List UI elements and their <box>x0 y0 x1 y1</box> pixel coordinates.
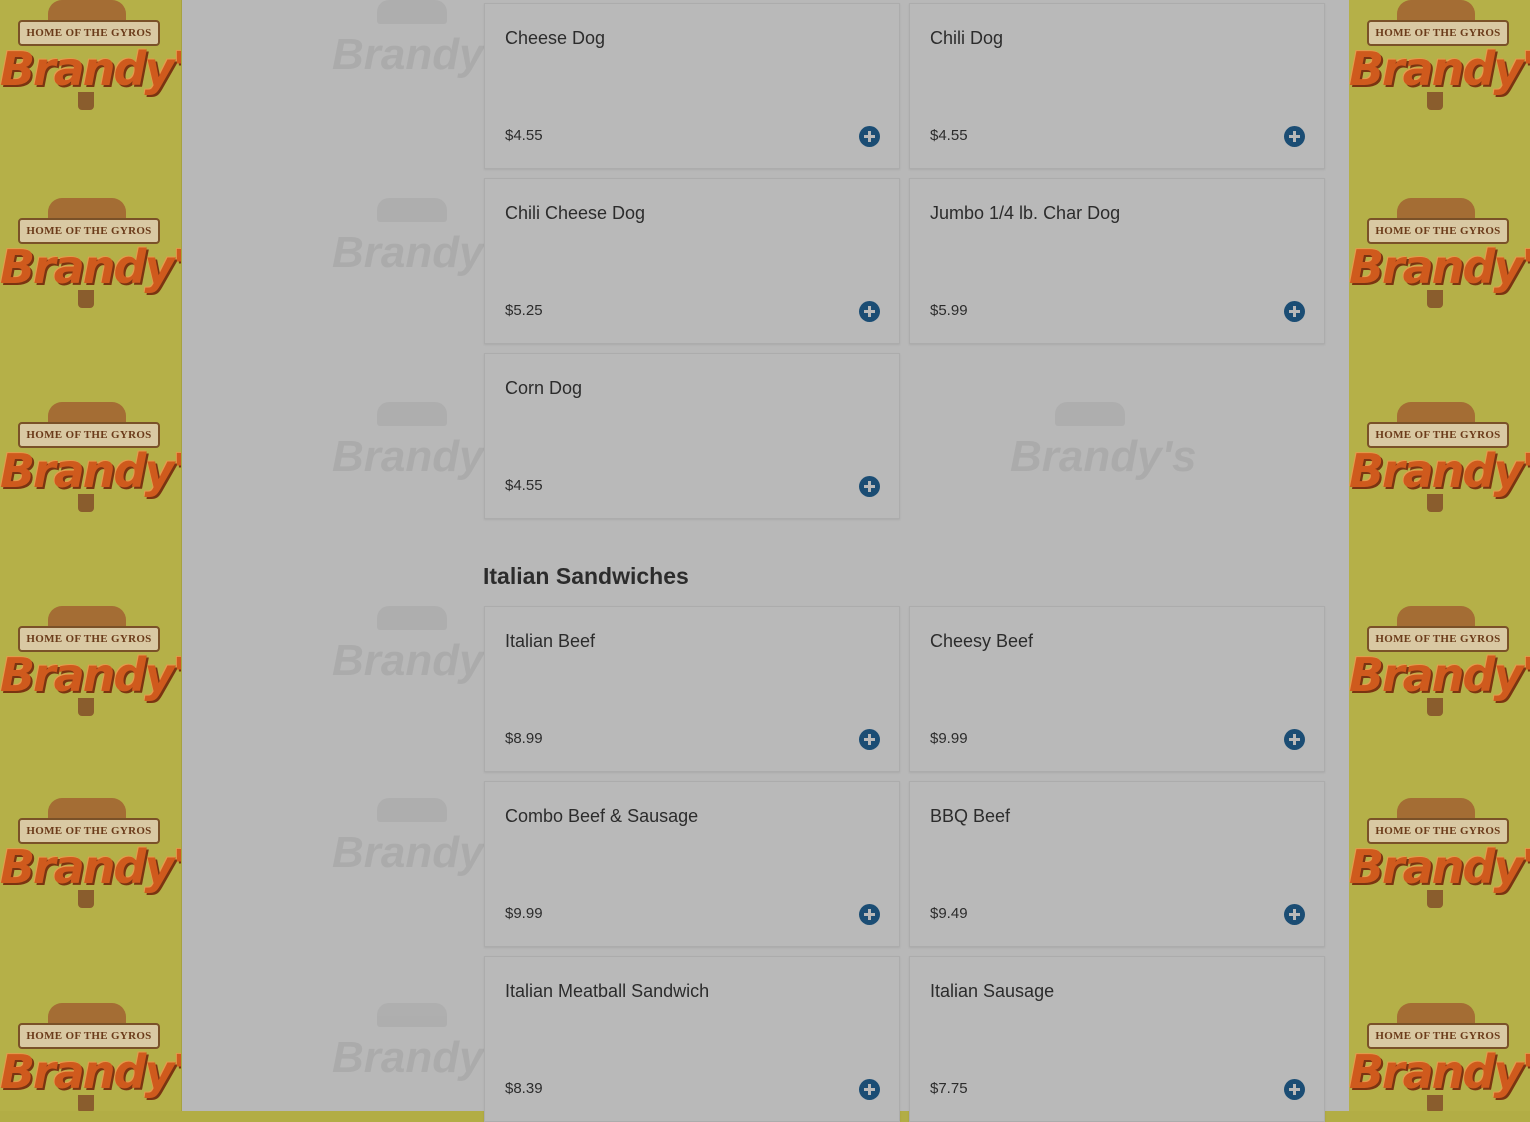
menu-item-price: $9.99 <box>505 905 543 922</box>
plus-circle-icon[interactable] <box>859 476 880 497</box>
menu-item-name: Chili Dog <box>930 28 1004 48</box>
logo-wordmark: Brandy's <box>1349 1045 1530 1099</box>
section-title-italian-sandwiches: Italian Sandwiches <box>483 563 689 589</box>
plus-circle-icon[interactable] <box>1284 301 1305 322</box>
plus-circle-icon[interactable] <box>859 126 880 147</box>
brandys-logo: HOME OF THE GYROSBrandy's <box>0 1003 181 1111</box>
logo-wordmark: Brandy's <box>0 1045 181 1099</box>
brandys-logo: HOME OF THE GYROSBrandy's <box>1349 798 1530 910</box>
plus-circle-icon[interactable] <box>859 729 880 750</box>
brandys-logo: HOME OF THE GYROSBrandy's <box>1349 1003 1530 1111</box>
brandys-logo: HOME OF THE GYROSBrandy's <box>0 0 181 112</box>
menu-item-price: $7.75 <box>930 1080 968 1097</box>
plus-circle-icon[interactable] <box>859 301 880 322</box>
plus-circle-icon[interactable] <box>859 1079 880 1100</box>
menu-item-card[interactable]: Cheese Dog $4.55 <box>484 3 900 169</box>
watermark-logo: Brandy's <box>332 798 519 898</box>
brandys-logo: HOME OF THE GYROSBrandy's <box>0 606 181 718</box>
menu-item-card[interactable]: Italian Sausage $7.75 <box>909 956 1325 1122</box>
menu-item-card[interactable]: Cheesy Beef $9.99 <box>909 606 1325 772</box>
menu-item-name: Cheesy Beef <box>930 631 1034 651</box>
logo-wordmark: Brandy's <box>1349 444 1530 498</box>
watermark-logo: Brandy's <box>332 1003 519 1103</box>
menu-item-price: $5.99 <box>930 302 968 319</box>
logo-wordmark: Brandy's <box>0 240 181 294</box>
menu-item-card[interactable]: Italian Beef $8.99 <box>484 606 900 772</box>
brandys-logo: HOME OF THE GYROSBrandy's <box>0 402 181 514</box>
plus-circle-icon[interactable] <box>859 904 880 925</box>
logo-wordmark: Brandy's <box>1349 240 1530 294</box>
brandys-logo: HOME OF THE GYROSBrandy's <box>1349 198 1530 310</box>
watermark-logo: Brandy's <box>332 0 519 100</box>
menu-item-name: Corn Dog <box>505 378 583 398</box>
brandys-logo: HOME OF THE GYROSBrandy's <box>1349 402 1530 514</box>
menu-item-price: $9.99 <box>930 730 968 747</box>
right-brand-panel: HOME OF THE GYROSBrandy's HOME OF THE GY… <box>1349 0 1530 1111</box>
menu-item-name: BBQ Beef <box>930 806 1011 826</box>
menu-item-name: Italian Beef <box>505 631 596 651</box>
menu-item-name: Italian Sausage <box>930 981 1055 1001</box>
left-brand-panel: HOME OF THE GYROSBrandy's HOME OF THE GY… <box>0 0 182 1111</box>
menu-item-card[interactable]: BBQ Beef $9.49 <box>909 781 1325 947</box>
menu-item-card[interactable]: Chili Cheese Dog $5.25 <box>484 178 900 344</box>
menu-item-card[interactable]: Italian Meatball Sandwich $8.39 <box>484 956 900 1122</box>
menu-item-name: Combo Beef & Sausage <box>505 806 699 826</box>
menu-item-price: $4.55 <box>505 127 543 144</box>
menu-item-name: Italian Meatball Sandwich <box>505 981 710 1001</box>
plus-circle-icon[interactable] <box>1284 904 1305 925</box>
plus-circle-icon[interactable] <box>1284 126 1305 147</box>
logo-wordmark: Brandy's <box>1349 840 1530 894</box>
brandys-logo: HOME OF THE GYROSBrandy's <box>1349 0 1530 112</box>
menu-item-name: Cheese Dog <box>505 28 606 48</box>
logo-wordmark: Brandy's <box>1349 648 1530 702</box>
watermark-logo: Brandy's <box>1010 402 1197 502</box>
logo-wordmark: Brandy's <box>0 444 181 498</box>
brandys-logo: HOME OF THE GYROSBrandy's <box>1349 606 1530 718</box>
logo-wordmark: Brandy's <box>0 840 181 894</box>
menu-item-price: $5.25 <box>505 302 543 319</box>
logo-wordmark: Brandy's <box>0 42 181 96</box>
menu-item-price: $8.39 <box>505 1080 543 1097</box>
menu-item-price: $4.55 <box>505 477 543 494</box>
menu-item-card[interactable]: Combo Beef & Sausage $9.99 <box>484 781 900 947</box>
brandys-logo: HOME OF THE GYROSBrandy's <box>0 798 181 910</box>
menu-item-name: Chili Cheese Dog <box>505 203 646 223</box>
menu-item-card[interactable]: Corn Dog $4.55 <box>484 353 900 519</box>
menu-item-card[interactable]: Chili Dog $4.55 <box>909 3 1325 169</box>
menu-item-price: $4.55 <box>930 127 968 144</box>
watermark-logo: Brandy's <box>332 606 519 706</box>
logo-wordmark: Brandy's <box>0 648 181 702</box>
menu-item-card[interactable]: Jumbo 1/4 lb. Char Dog $5.99 <box>909 178 1325 344</box>
menu-item-name: Jumbo 1/4 lb. Char Dog <box>930 203 1121 223</box>
logo-wordmark: Brandy's <box>1349 42 1530 96</box>
brandys-logo: HOME OF THE GYROSBrandy's <box>0 198 181 310</box>
plus-circle-icon[interactable] <box>1284 1079 1305 1100</box>
watermark-logo: Brandy's <box>332 402 519 502</box>
menu-item-price: $8.99 <box>505 730 543 747</box>
menu-item-price: $9.49 <box>930 905 968 922</box>
watermark-logo: Brandy's <box>332 198 519 298</box>
plus-circle-icon[interactable] <box>1284 729 1305 750</box>
